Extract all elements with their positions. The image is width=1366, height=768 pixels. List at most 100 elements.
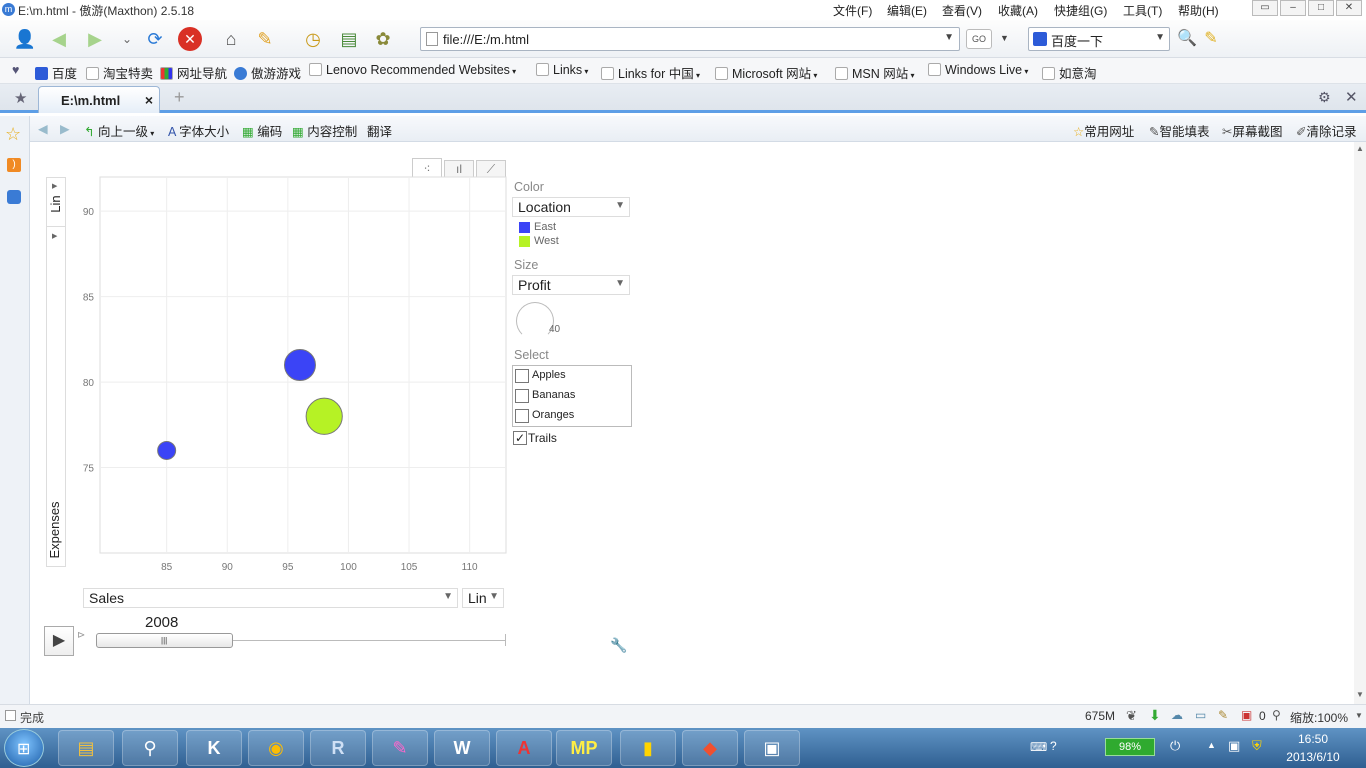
rss-icon[interactable]: ) <box>7 158 21 172</box>
power-plug-icon[interactable]: ⏻ <box>1170 738 1180 754</box>
bookmark-baidu[interactable]: 百度 <box>35 63 77 82</box>
baidu-engine-icon[interactable] <box>1033 32 1047 46</box>
clear-history-button[interactable]: ✐清除记录 <box>1296 121 1357 140</box>
minimize-icon[interactable]: – <box>1280 0 1306 16</box>
tab-close-icon[interactable]: × <box>145 92 153 108</box>
search-box[interactable]: 百度一下 ▼ <box>1028 27 1170 51</box>
star-icon[interactable]: ★ <box>14 89 27 107</box>
menu-favorites[interactable]: 收藏(A) <box>998 2 1038 19</box>
home-icon[interactable]: ⌂ <box>218 26 244 52</box>
translate-button[interactable]: 翻译 <box>367 121 392 140</box>
taskbar-r[interactable]: R <box>310 730 366 766</box>
taskbar-pdf[interactable]: A <box>496 730 552 766</box>
plugin-icon[interactable]: ✿ <box>370 26 396 52</box>
url-input[interactable] <box>443 31 943 47</box>
wrench-icon[interactable]: ⚙ <box>1318 89 1331 106</box>
bookmark-msn[interactable]: MSN 网站 ▾ <box>835 63 915 82</box>
font-size-button[interactable]: A 字体大小 <box>168 121 229 140</box>
bookmark-links[interactable]: Links ▾ <box>536 63 588 77</box>
taskbar-git[interactable]: ◆ <box>682 730 738 766</box>
scroll-up-icon[interactable]: ▲ <box>1356 144 1364 153</box>
highlight-icon[interactable]: ✎ <box>1198 26 1224 52</box>
screenshot-button[interactable]: ✂屏幕截图 <box>1222 121 1283 140</box>
back-icon[interactable]: ◀ <box>46 26 72 52</box>
menu-view[interactable]: 查看(V) <box>942 2 982 19</box>
menu-help[interactable]: 帮助(H) <box>1178 2 1219 19</box>
checkbox[interactable] <box>515 389 529 403</box>
favorites-add-icon[interactable]: ✎ <box>252 26 278 52</box>
menu-tools[interactable]: 工具(T) <box>1123 2 1162 19</box>
robot-icon[interactable] <box>7 190 21 204</box>
bookmark-links-china[interactable]: Links for 中国 ▾ <box>601 63 700 82</box>
clock-time[interactable]: 16:50 <box>1280 732 1346 746</box>
popup-block-icon[interactable]: ▣ <box>1241 708 1252 722</box>
tray-expand-icon[interactable]: ▲ <box>1207 740 1216 750</box>
user-icon[interactable]: 👤 <box>12 26 38 52</box>
favorites-star-icon[interactable]: ☆ <box>5 124 21 145</box>
select-item-bananas[interactable]: Bananas <box>515 389 575 406</box>
menu-quickgroup[interactable]: 快捷组(G) <box>1054 2 1107 19</box>
close-window-icon[interactable]: ✕ <box>1336 0 1362 16</box>
bookmark-ruyitao[interactable]: 如意淘 <box>1042 63 1097 82</box>
bookmark-games[interactable]: 傲游游戏 <box>234 63 301 82</box>
help-icon[interactable]: ? <box>1050 739 1057 753</box>
x-axis-select[interactable]: Sales ▼ <box>83 588 458 608</box>
vertical-scrollbar[interactable]: ▲ ▼ <box>1354 142 1366 704</box>
taskbar-search[interactable]: ⚲ <box>122 730 178 766</box>
bookmark-taobao[interactable]: 淘宝特卖 <box>86 63 153 82</box>
settings-wrench-icon[interactable]: 🔧 <box>607 634 631 656</box>
trails-checkbox[interactable]: ✓ <box>513 431 527 445</box>
taskbar-notes[interactable]: ▮ <box>620 730 676 766</box>
keyboard-icon[interactable]: ⌨ <box>1030 740 1047 754</box>
up-level-button[interactable]: ↰ 向上一级 ▾ <box>84 121 154 140</box>
small-forward-icon[interactable]: ▶ <box>60 121 70 136</box>
taskbar-mp[interactable]: MP <box>556 730 612 766</box>
taskbar-paint[interactable]: ✎ <box>372 730 428 766</box>
time-slider-thumb[interactable]: ||| <box>96 633 233 648</box>
bookmark-microsoft[interactable]: Microsoft 网站 ▾ <box>715 63 817 82</box>
maximize-icon[interactable]: □ <box>1308 0 1334 16</box>
menu-file[interactable]: 文件(F) <box>833 2 872 19</box>
size-select[interactable]: Profit ▼ <box>512 275 630 295</box>
taskbar-window[interactable]: ▣ <box>744 730 800 766</box>
close-panel-icon[interactable]: ✕ <box>1345 88 1358 106</box>
clock-date[interactable]: 2013/6/10 <box>1280 750 1346 764</box>
window-icon[interactable]: ▭ <box>1195 708 1206 722</box>
taskbar-chrome[interactable]: ◉ <box>248 730 304 766</box>
go-dropdown-icon[interactable]: ▼ <box>1000 33 1009 43</box>
checkbox[interactable] <box>515 369 529 383</box>
new-tab-button[interactable]: + <box>174 87 185 108</box>
shield-icon[interactable]: ⛨ <box>1252 738 1262 754</box>
zoom-icon[interactable]: ⚲ <box>1272 708 1281 722</box>
taskbar-k[interactable]: K <box>186 730 242 766</box>
search-icon[interactable]: 🔍 <box>1174 26 1200 52</box>
taskbar-word[interactable]: W <box>434 730 490 766</box>
x-scale-select[interactable]: Lin ▼ <box>462 588 504 608</box>
tab-m-html[interactable]: E:\m.html × <box>38 86 160 113</box>
battery-indicator[interactable]: 98% <box>1105 738 1155 756</box>
zoom-level[interactable]: 缩放:100% <box>1290 709 1348 726</box>
autofill-button[interactable]: ✎智能填表 <box>1149 121 1210 140</box>
go-button[interactable]: GO <box>966 29 992 49</box>
play-button[interactable]: ▶ <box>44 626 74 656</box>
search-dropdown-icon[interactable]: ▼ <box>1155 32 1165 43</box>
url-dropdown-icon[interactable]: ▼ <box>944 32 954 43</box>
refresh-icon[interactable]: ⟳ <box>142 26 168 52</box>
y-axis-arrow-icon[interactable]: ▶ <box>52 232 57 240</box>
color-select[interactable]: Location ▼ <box>512 197 630 217</box>
favorites-heart-icon[interactable]: ♥ <box>12 63 19 77</box>
speed-icon[interactable]: ⊳ <box>77 630 85 641</box>
edit-icon[interactable]: ✎ <box>1218 708 1228 722</box>
select-item-oranges[interactable]: Oranges <box>515 409 574 426</box>
device-icon[interactable]: ▣ <box>1228 738 1240 754</box>
leaf-icon[interactable]: ❦ <box>1126 708 1137 724</box>
history-dropdown-icon[interactable]: ⌄ <box>114 26 140 52</box>
scroll-down-icon[interactable]: ▼ <box>1356 690 1364 699</box>
bookmark-windows-live[interactable]: Windows Live ▾ <box>928 63 1028 77</box>
restore-window-icon[interactable]: ▭ <box>1252 0 1278 16</box>
small-back-icon[interactable]: ◀ <box>38 121 48 136</box>
stop-icon[interactable]: ✕ <box>178 27 202 51</box>
print-icon[interactable]: ▤ <box>336 26 362 52</box>
clock-icon[interactable]: ◷ <box>300 26 326 52</box>
start-button[interactable]: ⊞ <box>4 729 44 767</box>
